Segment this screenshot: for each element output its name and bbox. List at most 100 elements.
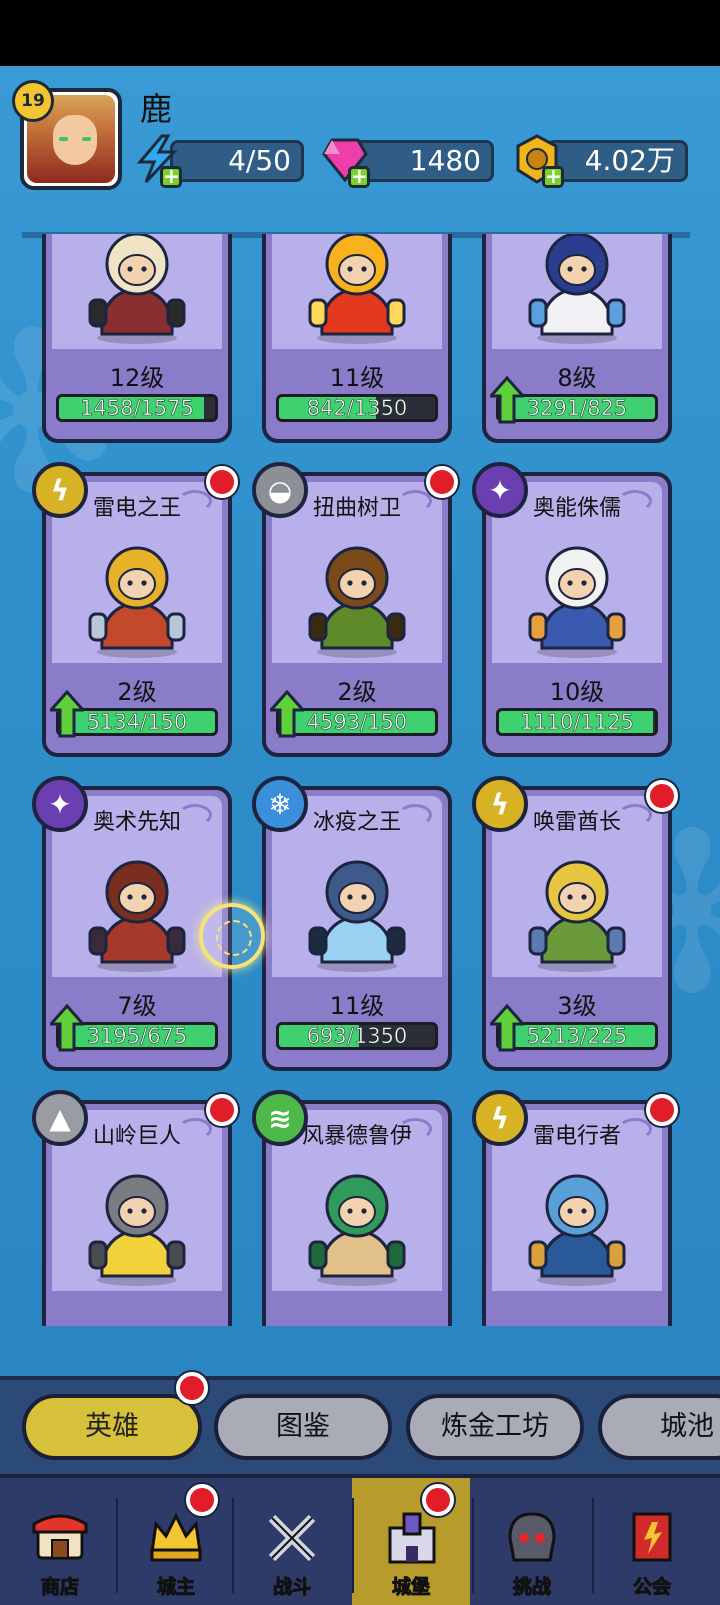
nav-shop[interactable]: 商店: [0, 1478, 120, 1605]
hero-card[interactable]: 火焰女王11级842/1350🔥: [262, 234, 452, 443]
add-gold-button[interactable]: +: [542, 166, 564, 188]
nav-separator: [352, 1498, 354, 1593]
hero-portrait: [528, 860, 626, 972]
hero-shard-progress-bar: 693/1350: [276, 1022, 438, 1050]
hero-card[interactable]: 唤雷酋长 3级 5213/225 ϟ: [472, 776, 678, 1071]
hero-card[interactable]: 奥术游侠12级1458/1575✦: [42, 234, 232, 443]
hero-card[interactable]: 风暴德鲁伊 ≋: [252, 1090, 452, 1326]
player-name: 鹿: [140, 90, 173, 128]
upgrade-available-arrow-icon: [270, 690, 304, 738]
hero-card[interactable]: 雷电行者 ϟ: [472, 1090, 678, 1326]
energy-counter: 4/50: [170, 140, 304, 182]
avatar-eye: [59, 137, 68, 141]
hero-shard-count: 693/1350: [306, 1024, 408, 1048]
arcane-element-icon: ✦: [472, 462, 528, 518]
lightning-element-icon: ϟ: [472, 776, 528, 832]
nav-label: 挑战: [512, 1576, 551, 1599]
nav-notification-dot: [422, 1484, 454, 1516]
hero-card[interactable]: 冰霜女神8级3291/825❄: [482, 234, 672, 443]
hero-notification-dot: [206, 1094, 238, 1126]
hero-notification-dot: [426, 466, 458, 498]
lightning-element-icon: ϟ: [32, 462, 88, 518]
gold-counter: 4.02万: [546, 140, 688, 182]
tab-alchemy-workshop[interactable]: 炼金工坊: [406, 1394, 584, 1460]
hero-card[interactable]: 扭曲树卫 2级 4593/150 ◒: [252, 462, 458, 757]
add-gems-button[interactable]: +: [348, 166, 370, 188]
hero-shard-count: 1458/1575: [80, 396, 195, 420]
nav-crossed-swords[interactable]: 战斗: [232, 1478, 352, 1605]
tab-heroes-notification-dot: [176, 1372, 208, 1404]
nav-crown[interactable]: 城主: [116, 1478, 236, 1605]
hero-notification-dot: [206, 466, 238, 498]
nav-label: 城堡: [391, 1576, 430, 1599]
hero-level: 11级: [329, 364, 385, 392]
shop-icon: [32, 1514, 88, 1560]
hero-notification-dot: [646, 780, 678, 812]
tab-heroes[interactable]: 英雄: [22, 1394, 202, 1460]
hero-portrait: [308, 860, 406, 972]
hero-portrait: [88, 1174, 186, 1286]
upgrade-available-arrow-icon: [490, 376, 524, 424]
nav-label: 公会: [632, 1576, 671, 1599]
hero-portrait: [88, 234, 186, 344]
add-energy-button[interactable]: +: [160, 166, 182, 188]
hero-card[interactable]: 奥能侏儒 10级 1110/1125 ✦: [472, 462, 672, 757]
nav-notification-dot: [186, 1484, 218, 1516]
hero-portrait: [528, 234, 626, 344]
crown-icon: [150, 1512, 202, 1562]
hero-portrait: [528, 1174, 626, 1286]
nav-guild-banner[interactable]: 公会: [592, 1478, 712, 1605]
arcane-element-icon: ✦: [32, 776, 88, 832]
nav-separator: [592, 1498, 594, 1593]
hero-portrait: [88, 860, 186, 972]
guild-banner-icon: [632, 1512, 672, 1562]
avatar-eye: [82, 137, 91, 141]
status-bar: [0, 0, 720, 66]
hero-level: 12级: [109, 364, 165, 392]
hero-portrait: [308, 546, 406, 658]
bottom-navigation: 商店 城主 战斗 城堡 挑战 公会: [0, 1474, 720, 1605]
hero-shard-progress-bar: 1110/1125: [496, 708, 658, 736]
hero-portrait: [528, 546, 626, 658]
nav-label: 城主: [156, 1576, 195, 1599]
hero-portrait: [308, 234, 406, 344]
hero-shard-count: 1110/1125: [520, 710, 635, 734]
hero-card[interactable]: 山岭巨人 ▲: [32, 1090, 238, 1326]
nav-castle[interactable]: 城堡: [352, 1478, 470, 1605]
lightning-element-icon: ϟ: [472, 1090, 528, 1146]
tab-collection[interactable]: 图鉴: [214, 1394, 392, 1460]
nav-separator: [116, 1498, 118, 1593]
hero-notification-dot: [646, 1094, 678, 1126]
tab-city[interactable]: 城池: [598, 1394, 720, 1460]
nav-label: 战斗: [272, 1576, 311, 1599]
castle-icon: [388, 1512, 436, 1564]
ice-element-icon: ❄: [252, 776, 308, 832]
demon-helmet-icon: [508, 1512, 556, 1562]
nav-separator: [472, 1498, 474, 1593]
nav-demon-helmet[interactable]: 挑战: [472, 1478, 592, 1605]
upgrade-available-arrow-icon: [50, 690, 84, 738]
earth-element-icon: ▲: [32, 1090, 88, 1146]
castle-tab-bar: 英雄 图鉴 炼金工坊 城池: [0, 1372, 720, 1474]
hero-card[interactable]: 雷电之王 2级 5134/150 ϟ: [32, 462, 238, 757]
nav-label: 商店: [40, 1576, 79, 1599]
hero-shard-progress-bar: 1458/1575: [56, 394, 218, 422]
hero-portrait: [88, 546, 186, 658]
player-level-badge: 19: [12, 80, 54, 122]
hero-shard-progress-bar: 842/1350: [276, 394, 438, 422]
tutorial-tap-indicator: [199, 903, 265, 969]
hero-portrait: [308, 1174, 406, 1286]
hero-grid: 奥术游侠12级1458/1575✦火焰女王11级842/1350🔥冰霜女神8级3…: [22, 234, 690, 1326]
upgrade-available-arrow-icon: [490, 1004, 524, 1052]
upgrade-available-arrow-icon: [50, 1004, 84, 1052]
gem-counter: 1480: [352, 140, 494, 182]
hero-shard-count: 842/1350: [306, 396, 408, 420]
avatar-face: [53, 115, 97, 165]
hero-level: 10级: [549, 678, 605, 706]
nav-separator: [232, 1498, 234, 1593]
hero-card[interactable]: 冰疫之王 11级 693/1350 ❄: [252, 776, 452, 1071]
neutral-element-icon: ◒: [252, 462, 308, 518]
crossed-swords-icon: [268, 1514, 316, 1562]
hero-level: 11级: [329, 992, 385, 1020]
nature-element-icon: ≋: [252, 1090, 308, 1146]
